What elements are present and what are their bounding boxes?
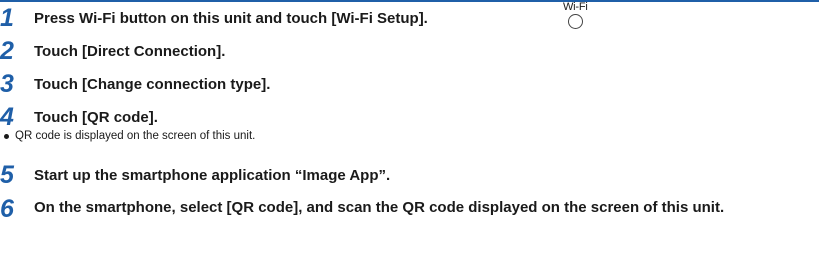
step-number: 1 (0, 4, 14, 32)
step-text: On the smartphone, select [QR code], and… (34, 199, 725, 216)
step-4: 4 Touch [QR code]. (0, 105, 158, 130)
step-number: 4 (0, 103, 14, 131)
step-number: 6 (0, 195, 14, 223)
step-text: Press Wi-Fi button on this unit and touc… (34, 10, 428, 27)
step-6: 6 On the smartphone, select [QR code], a… (0, 197, 814, 222)
wifi-button-symbol: Wi-Fi (563, 2, 588, 29)
step-text: Touch [Direct Connection]. (34, 43, 226, 60)
bullet-icon (4, 133, 9, 139)
step-1: 1 Press Wi-Fi button on this unit and to… (0, 6, 428, 31)
round-button-icon (567, 14, 583, 29)
wifi-button-label: Wi-Fi (563, 1, 588, 13)
step-text: Touch [Change connection type]. (34, 76, 271, 93)
step-text: Touch [QR code]. (34, 109, 158, 126)
top-rule (0, 0, 819, 2)
step-2: 2 Touch [Direct Connection]. (0, 39, 225, 64)
step-text: Start up the smartphone application “Ima… (34, 167, 391, 184)
step-number: 2 (0, 37, 14, 65)
step-number: 3 (0, 70, 14, 98)
step-number: 5 (0, 161, 14, 189)
step-3: 3 Touch [Change connection type]. (0, 72, 270, 97)
note-text: QR code is displayed on the screen of th… (15, 130, 256, 142)
note: QR code is displayed on the screen of th… (4, 129, 255, 143)
step-5: 5 Start up the smartphone application “I… (0, 163, 390, 188)
